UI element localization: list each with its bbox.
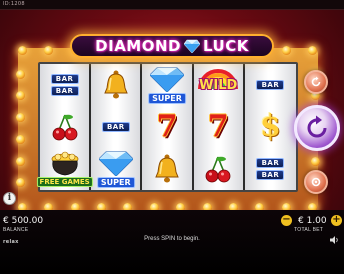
sound-icon[interactable] — [330, 236, 340, 244]
bar-stack: BAR BAR — [256, 158, 285, 180]
reel-symbol-bar-single: BAR — [91, 106, 140, 148]
logo-word-diamond: DIAMOND — [95, 37, 181, 55]
gold-pot-icon — [51, 151, 78, 176]
reel-symbol-bell — [91, 64, 140, 106]
bet-decrease-button[interactable]: − — [281, 215, 292, 226]
marquee-bulb — [311, 156, 320, 166]
reel-symbol-seven: 7 — [142, 106, 191, 148]
reel-symbol-bell — [142, 148, 191, 190]
bet-increase-button[interactable]: + — [331, 215, 342, 226]
super-label: SUPER — [96, 177, 135, 188]
bar-label: BAR — [50, 86, 79, 96]
diamond-icon — [98, 151, 134, 177]
bar-label: BAR — [101, 122, 130, 132]
info-icon: i — [7, 193, 12, 203]
reel-symbol-bar-single: BAR — [245, 64, 296, 106]
marquee-bulb — [16, 113, 25, 123]
gear-icon — [311, 177, 321, 187]
marquee-bulb — [16, 134, 25, 144]
reels-area: BAR BAR FREE GAMES BAR SUPER SUPER 7 WIL… — [36, 62, 298, 192]
bar-stack: BAR BAR — [50, 74, 79, 96]
reel-3: SUPER 7 — [142, 64, 194, 190]
brand-logo: relax — [3, 239, 19, 245]
reel-4: WILD 7 — [193, 64, 245, 190]
reel-symbol-super-diamond: SUPER — [91, 148, 140, 190]
diamond-icon — [149, 67, 185, 93]
marquee-bulb — [308, 46, 317, 55]
info-button[interactable]: i — [3, 192, 16, 205]
marquee-bulb — [16, 69, 25, 79]
seven-symbol: 7 — [156, 109, 178, 144]
marquee-bulb — [16, 91, 25, 101]
bottom-bar — [0, 210, 344, 274]
reel-1: BAR BAR FREE GAMES — [36, 64, 93, 190]
bell-icon — [155, 154, 179, 183]
refresh-icon — [311, 76, 321, 87]
balance-label: BALANCE — [3, 227, 29, 233]
bar-label: BAR — [256, 158, 285, 168]
dollar-symbol: $ — [259, 109, 281, 144]
cherry-icon — [205, 156, 231, 183]
spin-button[interactable] — [294, 105, 340, 151]
diamond-icon — [183, 39, 200, 53]
marquee-bulb — [281, 46, 291, 55]
free-games-label: FREE GAMES — [36, 177, 93, 187]
super-label: SUPER — [148, 93, 186, 104]
reel-2: BAR SUPER — [91, 64, 143, 190]
reel-symbol-cherry — [194, 148, 243, 190]
bar-label: BAR — [256, 170, 285, 180]
balance-value: € 500.00 — [3, 216, 44, 226]
marquee-bulb — [18, 46, 27, 55]
reel-symbol-seven: 7 — [194, 106, 243, 148]
total-bet-value: € 1.00 — [298, 216, 327, 226]
bar-label: BAR — [50, 74, 79, 84]
total-bet-label: TOTAL BET — [294, 227, 324, 233]
reel-symbol-cherry — [40, 106, 89, 148]
top-bar: ID:1208 — [0, 0, 344, 10]
reel-symbol-bar-double: BAR BAR — [40, 64, 89, 106]
bar-label: BAR — [256, 80, 285, 90]
status-message: Press SPIN to begin. — [144, 236, 200, 242]
turbo-button[interactable] — [304, 170, 328, 194]
bell-icon — [104, 70, 128, 99]
reel-symbol-free-games: FREE GAMES — [36, 148, 93, 190]
game-logo: DIAMOND LUCK — [70, 34, 274, 58]
spin-arrow-icon — [307, 115, 327, 138]
seven-symbol: 7 — [207, 109, 229, 144]
marquee-bulb — [44, 46, 54, 55]
game-id: ID:1208 — [3, 1, 25, 7]
reel-symbol-super-diamond: SUPER — [142, 64, 191, 106]
logo-word-luck: LUCK — [202, 37, 249, 55]
game-stage: ID:1208 BAR BAR FREE GAMES BAR SUPER SUP… — [0, 0, 344, 274]
marquee-bulb — [16, 178, 25, 188]
autoplay-button[interactable] — [304, 70, 328, 94]
cherry-icon — [52, 114, 77, 141]
marquee-bulb — [16, 156, 25, 166]
reel-symbol-bar-double: BAR BAR — [245, 148, 296, 190]
reel-5: BAR $ BAR BAR — [244, 64, 296, 190]
wild-label: WILD — [199, 78, 238, 93]
reel-symbol-dollar: $ — [245, 106, 296, 148]
reel-symbol-wild-rainbow: WILD — [194, 64, 243, 106]
